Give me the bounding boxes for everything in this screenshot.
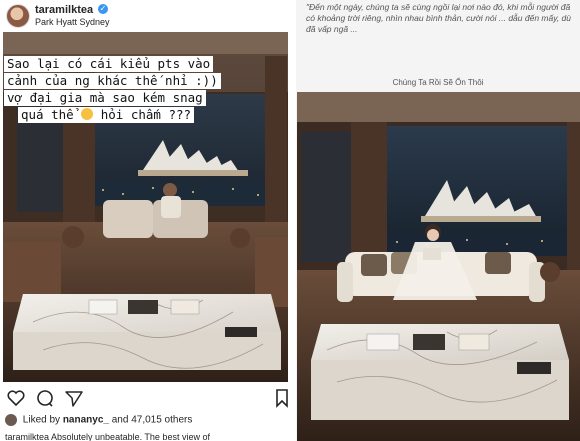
post-username[interactable]: taramilktea	[35, 4, 93, 16]
verified-badge-icon: ✓	[98, 4, 108, 14]
heart-icon[interactable]	[6, 388, 26, 408]
likes-summary[interactable]: Liked by nananyc_ and 47,015 others	[5, 414, 192, 428]
share-icon[interactable]	[64, 388, 84, 408]
liker-avatar	[5, 414, 17, 426]
liked-by-user[interactable]: nananyc_	[63, 415, 109, 426]
overlay-line: hỏi chấm ???	[100, 107, 192, 122]
post-header: taramilktea ✓ Park Hyatt Sydney	[0, 0, 292, 36]
story-photo[interactable]	[297, 92, 580, 441]
post-location[interactable]: Park Hyatt Sydney	[35, 17, 110, 27]
likes-count[interactable]: and 47,015 others	[112, 415, 193, 426]
comment-icon[interactable]	[35, 388, 55, 408]
book-quote: "Đến một ngày, chúng ta sẽ cùng ngồi lại…	[306, 2, 572, 34]
overlay-line: Sao lại có cái kiểu pts vào	[4, 56, 214, 72]
overlay-line: quá thể	[21, 107, 74, 122]
smile-emoji-icon	[81, 108, 94, 120]
bookmark-icon[interactable]	[272, 388, 292, 408]
avatar[interactable]	[6, 4, 30, 28]
likes-prefix: Liked by	[22, 414, 61, 426]
overlay-line: cảnh của ng khác thế nhỉ :))	[4, 73, 221, 89]
post-caption: taramilktea Absolutely unbeatable. The b…	[5, 432, 210, 441]
edited-hotel-photo	[297, 92, 580, 441]
post-actions	[0, 388, 292, 410]
overlay-line: vợ đại gia mà sao kém snag	[4, 90, 206, 106]
book-title: Chúng Ta Rồi Sẽ Ổn Thôi	[392, 78, 484, 87]
story-text-overlay: Sao lại có cái kiểu pts vào cảnh của ng …	[4, 56, 221, 124]
